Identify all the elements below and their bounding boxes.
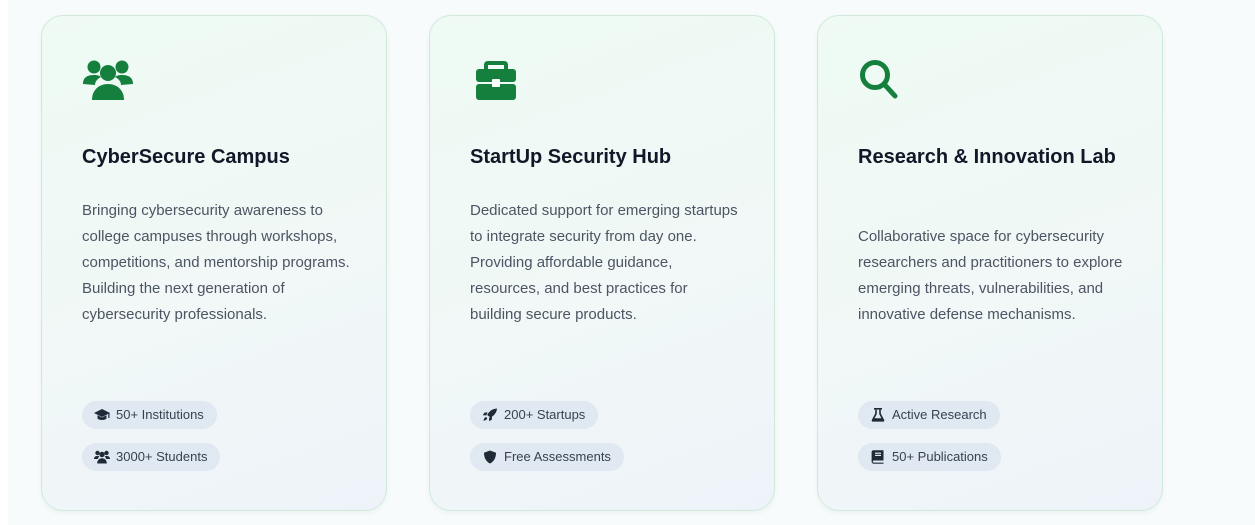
badge-free-assessments: Free Assessments [470,443,624,471]
card-description: Bringing cybersecurity awareness to coll… [82,202,350,323]
shield-icon [484,450,496,464]
badge-label: 50+ Publications [892,449,988,464]
badge-label: 3000+ Students [116,449,208,464]
badge-institutions: 50+ Institutions [82,401,217,429]
badge-label: 200+ Startups [504,407,586,422]
badge-startups: 200+ Startups [470,401,599,429]
card-title: CyberSecure Campus [82,146,290,168]
programs-section: CyberSecure Campus Bringing cybersecurit… [0,0,1255,525]
magnifier-icon [860,60,898,99]
card-description: Dedicated support for emerging startups … [470,202,738,323]
users-icon [94,450,110,464]
rocket-icon [482,408,497,422]
program-card-startup-security-hub[interactable]: StartUp Security Hub Dedicated support f… [429,15,775,511]
card-description: Collaborative space for cybersecurity re… [858,228,1123,323]
flask-icon [871,408,885,422]
program-card-cybersecure-campus[interactable]: CyberSecure Campus Bringing cybersecurit… [41,15,387,511]
briefcase-icon [476,61,516,100]
users-group-icon [83,60,133,100]
graduation-cap-icon [94,409,110,420]
badge-publications: 50+ Publications [858,443,1001,471]
book-icon [871,450,884,464]
badge-label: 50+ Institutions [116,407,204,422]
badge-label: Active Research [892,407,987,422]
badge-label: Free Assessments [504,449,611,464]
program-card-research-innovation-lab[interactable]: Research & Innovation Lab Collaborative … [817,15,1163,511]
left-edge-strip [0,0,8,525]
card-title: Research & Innovation Lab [858,146,1116,168]
badge-students: 3000+ Students [82,443,221,471]
badge-active-research: Active Research [858,401,1000,429]
card-title: StartUp Security Hub [470,146,672,168]
